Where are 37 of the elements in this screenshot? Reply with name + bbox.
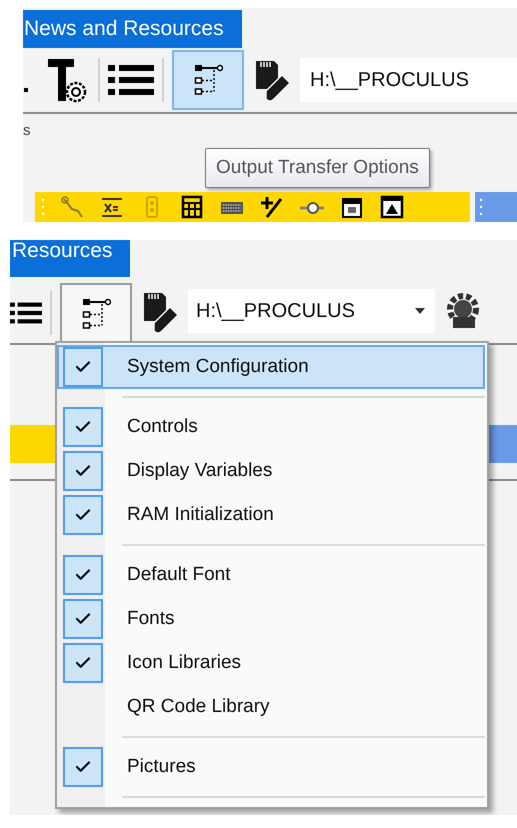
transfer-options-button[interactable] bbox=[172, 50, 244, 110]
dropdown-arrow-icon[interactable] bbox=[415, 308, 425, 314]
calculator-icon[interactable] bbox=[179, 195, 205, 219]
grip-icon[interactable] bbox=[479, 197, 483, 217]
grip-icon[interactable] bbox=[41, 197, 45, 217]
checkbox[interactable] bbox=[63, 747, 103, 787]
plus-minus-icon[interactable] bbox=[259, 195, 285, 219]
checkbox[interactable] bbox=[63, 495, 103, 535]
panel-label: s bbox=[23, 122, 30, 140]
checkbox[interactable] bbox=[63, 451, 103, 491]
menu-item[interactable]: RAM Initialization bbox=[57, 493, 485, 537]
checkbox[interactable] bbox=[63, 347, 103, 387]
checkbox[interactable] bbox=[63, 643, 103, 683]
menu-item[interactable]: Fonts bbox=[57, 597, 485, 641]
menu-item[interactable]: QR Code Library bbox=[57, 685, 485, 729]
tree-options-icon bbox=[193, 63, 223, 97]
variable-icon[interactable] bbox=[99, 195, 125, 219]
resources-tab[interactable]: Resources bbox=[10, 240, 130, 277]
path-dropdown[interactable]: H:\__PROCULUS bbox=[188, 289, 435, 333]
checkbox[interactable] bbox=[63, 599, 103, 639]
menu-item[interactable]: Default Font bbox=[57, 553, 485, 597]
checkbox[interactable] bbox=[63, 407, 103, 447]
menu-item[interactable]: System Configuration bbox=[57, 345, 485, 389]
menu-item[interactable]: Controls bbox=[57, 405, 485, 449]
news-resources-tab[interactable]: News and Resources bbox=[23, 10, 242, 48]
alert-window-icon[interactable] bbox=[379, 195, 405, 219]
menu-item[interactable]: Icon Libraries bbox=[57, 641, 485, 685]
control-toolbar bbox=[488, 425, 517, 463]
tooltip: Output Transfer Options bbox=[205, 148, 430, 188]
checkbox[interactable] bbox=[63, 555, 103, 595]
path-field[interactable]: H:\__PROCULUS bbox=[300, 58, 517, 102]
control-toolbar bbox=[10, 425, 55, 463]
menu-item[interactable]: Pictures bbox=[57, 745, 485, 789]
transfer-options-button[interactable] bbox=[60, 283, 132, 343]
menu-item[interactable]: Display Variables bbox=[57, 449, 485, 493]
list-icon[interactable] bbox=[108, 62, 154, 98]
tree-options-icon bbox=[81, 297, 111, 331]
